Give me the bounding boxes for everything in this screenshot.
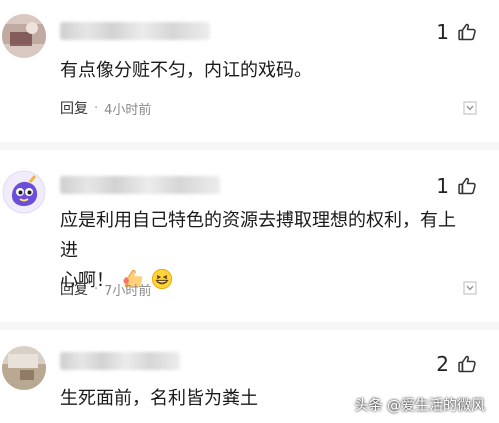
watermark: 头条 @爱生活的微风 bbox=[354, 398, 485, 414]
like-button[interactable]: 1 bbox=[436, 174, 477, 198]
avatar[interactable] bbox=[2, 170, 46, 214]
comment-time: 4小时前 bbox=[104, 102, 152, 118]
like-count: 1 bbox=[436, 174, 449, 198]
like-count: 1 bbox=[436, 20, 449, 44]
username-blurred bbox=[60, 22, 210, 40]
thumbs-up-icon bbox=[458, 355, 476, 373]
meta-separator: · bbox=[94, 100, 99, 116]
separator bbox=[0, 142, 499, 150]
comment-text: 有点像分赃不匀，内讧的戏码。 bbox=[60, 60, 312, 81]
grinning-emoji bbox=[152, 268, 173, 290]
thumbs-up-icon bbox=[458, 23, 476, 41]
avatar[interactable] bbox=[2, 14, 46, 58]
separator bbox=[0, 322, 499, 330]
more-icon[interactable] bbox=[463, 101, 477, 115]
avatar[interactable] bbox=[2, 346, 46, 390]
comment-meta: 回复 · 7小时前 bbox=[60, 279, 151, 299]
comment-meta: 回复 · 4小时前 bbox=[60, 98, 151, 118]
username-blurred bbox=[60, 176, 220, 194]
like-button[interactable]: 2 bbox=[436, 352, 477, 376]
reply-button[interactable]: 回复 bbox=[60, 279, 88, 299]
comment-2: 1 应是利用自己特色的资源去搏取理想的权利，有上进 心啊！ 回复 · 7小时前 bbox=[0, 150, 499, 330]
thumbs-up-icon bbox=[458, 177, 476, 195]
comment-time: 7小时前 bbox=[104, 283, 152, 299]
more-icon[interactable] bbox=[463, 281, 477, 295]
meta-separator: · bbox=[94, 281, 99, 297]
like-button[interactable]: 1 bbox=[436, 20, 477, 44]
like-count: 2 bbox=[436, 352, 449, 376]
comment-text-line1: 应是利用自己特色的资源去搏取理想的权利，有上进 bbox=[60, 210, 456, 261]
username-blurred bbox=[60, 352, 180, 370]
reply-button[interactable]: 回复 bbox=[60, 98, 88, 118]
comment-1: 1 有点像分赃不匀，内讧的戏码。 回复 · 4小时前 bbox=[0, 0, 499, 150]
